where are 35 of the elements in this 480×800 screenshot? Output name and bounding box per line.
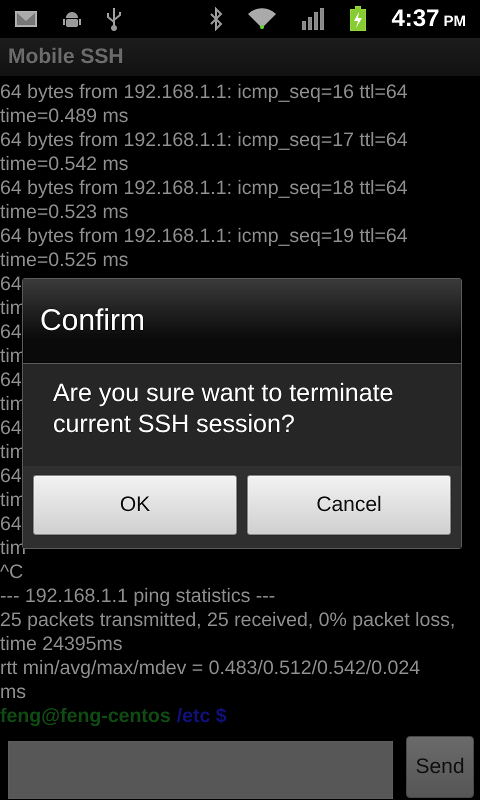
terminal-line: time=0.525 ms xyxy=(0,248,128,272)
clock-time: 4:37 PM xyxy=(391,5,466,33)
cancel-button[interactable]: Cancel xyxy=(247,475,451,535)
terminal-line: ms xyxy=(0,680,26,704)
terminal-line: 64 xyxy=(0,416,22,440)
wifi-icon xyxy=(247,8,278,30)
dialog-message: Are you sure want to terminate current SSH session? xyxy=(52,378,394,440)
bluetooth-icon xyxy=(209,7,224,31)
signal-icon xyxy=(301,7,326,31)
ok-button[interactable]: OK xyxy=(33,475,237,535)
battery-charging-icon xyxy=(349,6,368,32)
app-title: Mobile SSH xyxy=(8,45,124,69)
terminal-line: ^C xyxy=(0,560,24,584)
mail-icon xyxy=(14,9,38,29)
dialog-title: Confirm xyxy=(40,304,146,338)
terminal-line: --- 192.168.1.1 ping statistics --- xyxy=(0,584,276,608)
terminal-line: time=0.489 ms xyxy=(0,104,128,128)
prompt-path: /etc $ xyxy=(176,704,227,728)
terminal-line: time=0.523 ms xyxy=(0,200,128,224)
prompt-user-host: feng@feng-centos xyxy=(0,704,171,728)
terminal-line: 64 xyxy=(0,464,22,488)
terminal-line: 64 bytes from 192.168.1.1: icmp_seq=16 ttl=64 xyxy=(0,80,408,104)
terminal-line: time 24395ms xyxy=(0,632,122,656)
terminal-line: 64 xyxy=(0,320,22,344)
terminal-line: 25 packets transmitted, 25 received, 0% packet loss, xyxy=(0,608,456,632)
terminal-line: 64 bytes from 192.168.1.1: icmp_seq=18 ttl=64 xyxy=(0,176,408,200)
terminal-line: 64 xyxy=(0,368,22,392)
usb-icon xyxy=(106,6,122,32)
terminal-line: 64 bytes from 192.168.1.1: icmp_seq=17 ttl=64 xyxy=(0,128,408,152)
command-input[interactable] xyxy=(8,741,393,799)
terminal-line: 64 xyxy=(0,512,22,536)
terminal-line: rtt min/avg/max/mdev = 0.483/0.512/0.542/0.024 xyxy=(0,656,420,680)
terminal-line: time=0.542 ms xyxy=(0,152,128,176)
terminal-line: 64 xyxy=(0,272,22,296)
terminal-line: 64 bytes from 192.168.1.1: icmp_seq=19 ttl=64 xyxy=(0,224,408,248)
